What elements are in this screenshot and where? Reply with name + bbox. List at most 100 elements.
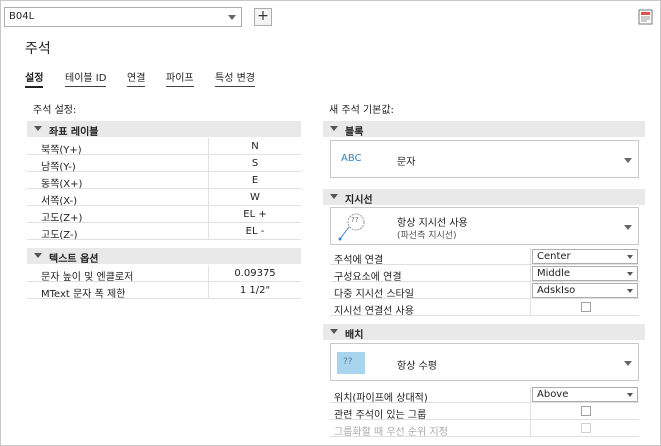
row-key: 주석에 연결 [334,255,384,266]
row-divider [530,420,531,437]
chevron-down-icon [624,361,632,366]
row-value[interactable]: E [209,175,301,186]
block-style-text: 문자 [397,157,416,168]
table-row[interactable]: 서쪽(X-) W [27,189,301,207]
table-row[interactable]: 지시선 연결선 사용 [330,299,639,317]
row-key: 구성요소에 연결 [334,272,402,283]
annotation-settings-label: 주석 설정: [33,105,77,116]
text-options-group-label: 텍스트 옵션 [49,254,99,265]
placement-style-text: 항상 수평 [397,361,437,372]
collapse-triangle-icon [34,253,42,258]
attach-to-component-select[interactable]: Middle [532,266,638,281]
block-style-dropdown[interactable]: ABC 문자 [330,140,639,178]
row-value[interactable]: 1 1/2" [209,285,301,296]
style-combo-value: B04L [9,11,35,22]
abc-text-icon: ABC [341,153,362,164]
row-key: 동쪽(X+) [41,179,83,190]
row-divider [530,403,531,420]
style-combo[interactable]: B04L [4,7,242,27]
position-relative-select[interactable]: Above [532,387,638,402]
row-divider [530,282,531,299]
multileader-style-select[interactable]: AdskIso [532,283,638,298]
collapse-triangle-icon [330,329,338,334]
row-value[interactable]: EL - [209,226,301,237]
row-value[interactable]: W [209,192,301,203]
style-doc-icon[interactable] [637,8,655,26]
tab-pipe[interactable]: 파이프 [166,69,194,87]
table-row[interactable]: 그룹화할 때 우선 순위 지정 [330,420,639,438]
chevron-down-icon [627,393,633,397]
tab-connection[interactable]: 연결 [127,69,146,87]
page-title: 주석 [25,41,51,57]
block-group-header[interactable]: 블록 [323,121,645,138]
table-row[interactable]: 북쪽(Y+) N [27,138,301,156]
row-divider [530,299,531,316]
table-row[interactable]: 남쪽(Y-) S [27,155,301,173]
top-bar: B04L + [0,0,661,35]
placement-style-dropdown[interactable]: ?? 항상 수평 [330,343,639,381]
table-row[interactable]: 고도(Z-) EL - [27,223,301,241]
table-row[interactable]: 문자 높이 및 엔클로저 0.09375 [27,265,301,283]
row-key: 고도(Z+) [41,213,83,224]
row-key: 남쪽(Y-) [41,162,76,173]
row-value[interactable]: 0.09375 [209,268,301,279]
chevron-down-icon [627,255,633,259]
tab-table-id[interactable]: 테이블 ID [65,69,107,87]
group-related-annotations-checkbox[interactable] [581,406,591,416]
collapse-triangle-icon [330,194,338,199]
row-divider [530,265,531,282]
table-row[interactable]: 주석에 연결 Center [330,248,639,266]
row-divider [530,248,531,265]
leader-style-dropdown[interactable]: ?? 항상 지시선 사용 (파선측 지시선) [330,207,639,245]
row-key: 고도(Z-) [41,230,78,241]
group-priority-checkbox[interactable] [581,423,591,433]
add-style-button[interactable]: + [254,8,272,26]
coord-labels-group-label: 좌표 레이블 [49,127,99,138]
row-key: 북쪽(Y+) [41,145,82,156]
row-key: 위치(파이프에 상대적) [334,393,428,404]
attach-to-annotation-select[interactable]: Center [532,249,638,264]
table-row[interactable]: 다중 지시선 스타일 AdskIso [330,282,639,300]
leader-icon-text: ?? [351,216,359,224]
placement-group-label: 배치 [345,330,364,341]
leader-group-header[interactable]: 지시선 [323,189,645,206]
chevron-down-icon [624,225,632,230]
leader-style-subtext: (파선측 지시선) [397,231,457,241]
chevron-down-icon [228,15,236,20]
table-row[interactable]: 고도(Z+) EL + [27,206,301,224]
leader-style-text: 항상 지시선 사용 [397,218,468,229]
tab-property-change[interactable]: 특성 변경 [215,69,255,87]
new-annotation-defaults-label: 새 주석 기본값: [329,105,394,116]
table-row[interactable]: 위치(파이프에 상대적) Above [330,386,639,404]
row-key: 지시선 연결선 사용 [334,306,414,317]
row-value[interactable]: S [209,158,301,169]
tab-settings[interactable]: 설정 [25,69,44,88]
select-value: AdskIso [537,285,576,296]
text-options-group-header[interactable]: 텍스트 옵션 [27,248,301,265]
block-group-label: 블록 [345,127,364,138]
row-key: 그룹화할 때 우선 순위 지정 [334,427,448,438]
row-key: 문자 높이 및 엔클로저 [41,272,134,283]
use-leader-landing-checkbox[interactable] [581,302,591,312]
chevron-down-icon [627,289,633,293]
placement-preview-icon: ?? [337,352,365,374]
row-key: 관련 주석이 있는 그룹 [334,410,427,421]
table-row[interactable]: 구성요소에 연결 Middle [330,265,639,283]
placement-group-header[interactable]: 배치 [323,324,645,341]
coord-labels-group-header[interactable]: 좌표 레이블 [27,121,301,138]
row-key: MText 문자 폭 제한 [41,289,126,300]
chevron-down-icon [627,272,633,276]
row-key: 다중 지시선 스타일 [334,289,414,300]
leader-preview-icon: ?? [336,212,368,242]
select-value: Middle [537,268,571,279]
table-row[interactable]: MText 문자 폭 제한 1 1/2" [27,282,301,300]
leader-group-label: 지시선 [345,195,373,206]
row-value[interactable]: N [209,141,301,152]
collapse-triangle-icon [34,126,42,131]
table-row[interactable]: 동쪽(X+) E [27,172,301,190]
select-value: Above [537,389,569,400]
row-divider [530,386,531,403]
row-value[interactable]: EL + [209,209,301,220]
table-row[interactable]: 관련 주석이 있는 그룹 [330,403,639,421]
row-key: 서쪽(X-) [41,196,78,207]
